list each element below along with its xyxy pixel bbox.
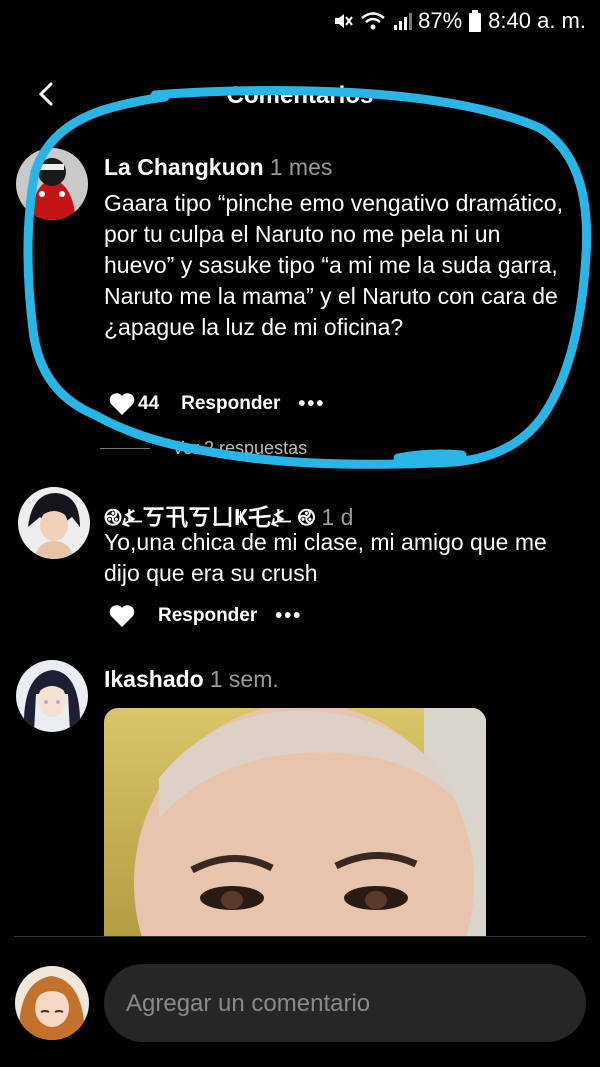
- comment-header: La Changkuon 1 mes: [104, 154, 332, 181]
- like-button[interactable]: [108, 604, 136, 628]
- reply-button[interactable]: Responder: [181, 393, 280, 415]
- heart-icon: [109, 393, 135, 415]
- comment-actions: Responder •••: [108, 604, 302, 628]
- comment-header: Ikashado 1 sem.: [104, 666, 279, 693]
- comment-time: 1 mes: [269, 154, 333, 180]
- battery-percent: 87%: [418, 8, 463, 33]
- comment-time: 1 sem.: [209, 666, 279, 692]
- page-title: Comentarios: [226, 82, 374, 109]
- reply-button[interactable]: Responder: [158, 605, 257, 627]
- current-user-avatar: [15, 966, 89, 1040]
- header: Comentarios: [0, 64, 600, 124]
- battery-icon: [469, 10, 482, 32]
- view-replies-label: Ver 2 respuestas: [172, 438, 308, 458]
- status-bar: 87% 8:40 a. m.: [0, 0, 600, 44]
- heart-icon: [109, 605, 135, 627]
- comment-input[interactable]: [124, 964, 566, 1044]
- replies-divider: [100, 448, 150, 449]
- comment-author[interactable]: Ikashado: [104, 666, 204, 692]
- like-count: 44: [138, 393, 160, 414]
- more-options-icon[interactable]: •••: [298, 393, 325, 416]
- more-options-icon[interactable]: •••: [275, 605, 302, 628]
- signal-icon: [394, 13, 413, 30]
- status-icons: 87% 8:40 a. m.: [332, 8, 586, 34]
- comment-actions: 44 Responder •••: [108, 392, 325, 416]
- comment-text: Gaara tipo “pinche emo vengativo dramáti…: [104, 190, 563, 340]
- avatar[interactable]: [18, 487, 90, 559]
- like-button[interactable]: 44: [108, 392, 159, 416]
- comment-composer: [104, 964, 586, 1044]
- avatar[interactable]: [16, 660, 88, 732]
- mute-icon: [335, 14, 353, 28]
- clock: 8:40 a. m.: [488, 8, 586, 33]
- view-replies-link[interactable]: Ver 2 respuestas: [100, 438, 307, 459]
- wifi-icon: [361, 12, 385, 30]
- comment-author[interactable]: La Changkuon: [104, 154, 264, 180]
- comment-text: Yo,una chica de mi clase, mi amigo que m…: [104, 529, 547, 586]
- composer-divider: [14, 936, 586, 937]
- comment-image[interactable]: [104, 708, 486, 936]
- avatar[interactable]: [16, 148, 88, 220]
